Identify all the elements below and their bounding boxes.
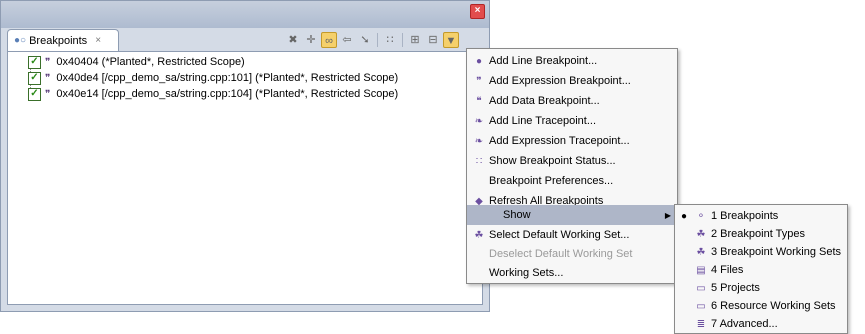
line-breakpoint-icon: ● [475,55,483,67]
expression-tracepoint-icon: ❧ [474,135,484,147]
menu-item-breakpoint-preferences[interactable]: Breakpoint Preferences... [467,171,677,191]
close-icon[interactable]: × [470,4,485,19]
breakpoint-label: 0x40e14 [/cpp_demo_sa/string.cpp:104] (*… [56,88,399,100]
submenu-arrow-icon: ▶ [664,210,671,220]
breakpoint-row[interactable]: ✓ ❞ 0x40404 (*Planted*, Restricted Scope… [14,54,245,70]
breakpoint-working-sets-icon: ☘ [696,246,706,258]
submenu-item-projects[interactable]: ▭ 5 Projects [675,278,847,298]
view-toolbar: ✖ ✛ ∞ ⇦ ➘ ∷ ⊞ ⊟ ▼ [285,31,459,49]
expression-breakpoint-icon: ❞ [476,75,482,87]
view-menu: ● Add Line Breakpoint... ❞ Add Expressio… [466,48,678,284]
submenu-item-breakpoint-types[interactable]: ☘ 2 Breakpoint Types [675,224,847,244]
breakpoint-label: 0x40404 (*Planted*, Restricted Scope) [56,56,245,68]
submenu-item-resource-working-sets[interactable]: ▭ 6 Resource Working Sets [675,296,847,316]
menu-item-add-expression-breakpoint[interactable]: ❞ Add Expression Breakpoint... [467,71,677,91]
breakpoint-types-icon: ☘ [696,228,706,240]
submenu-item-advanced[interactable]: ≣ 7 Advanced... [675,314,847,334]
submenu-item-files[interactable]: ▤ 4 Files [675,260,847,280]
goto-icon[interactable]: ⇦ [339,32,355,48]
checkbox-checked-icon[interactable]: ✓ [28,71,41,85]
tab-label: Breakpoints [29,34,88,47]
tab-close-icon[interactable]: × [95,35,101,46]
checkbox-checked-icon[interactable]: ✓ [28,87,41,101]
link-icon[interactable]: ∞ [321,32,337,48]
submenu-item-breakpoints[interactable]: ● ⚬ 1 Breakpoints [675,206,847,226]
project-folder-icon: ▭ [696,282,706,294]
toolbar-separator [377,33,378,47]
radio-selected-icon: ● [680,210,688,222]
menu-item-show-breakpoint-status[interactable]: ∷ Show Breakpoint Status... [467,151,677,171]
advanced-icon: ≣ [696,318,706,330]
breakpoint-label: 0x40de4 [/cpp_demo_sa/string.cpp:101] (*… [56,72,399,84]
working-set-icon: ☘ [474,229,484,241]
menu-icon[interactable]: ▼ [443,32,459,48]
view-title-strip: × [1,1,489,28]
file-icon: ▤ [696,264,706,276]
collapse-all-icon[interactable]: ⊟ [425,32,441,48]
resource-folder-icon: ▭ [696,300,706,312]
toolbar-separator [402,33,403,47]
menu-item-select-default-working-set[interactable]: ☘ Select Default Working Set... [467,225,677,245]
status-icon[interactable]: ∷ [382,32,398,48]
menu-item-working-sets[interactable]: Working Sets... [467,263,677,283]
menu-item-add-data-breakpoint[interactable]: ❝ Add Data Breakpoint... [467,91,677,111]
breakpoint-icon: ❞ [45,56,51,68]
expand-all-icon[interactable]: ⊞ [407,32,423,48]
submenu-item-breakpoint-working-sets[interactable]: ☘ 3 Breakpoint Working Sets [675,242,847,262]
remove-icon[interactable]: ✖ [285,32,301,48]
menu-item-add-line-tracepoint[interactable]: ❧ Add Line Tracepoint... [467,111,677,131]
breakpoints-view: × ●○ Breakpoints × ✖ ✛ ∞ ⇦ ➘ ∷ ⊞ ⊟ ▼ ✓ ❞… [0,0,490,312]
remove-all-icon[interactable]: ✛ [303,32,319,48]
tab-breakpoints[interactable]: ●○ Breakpoints × [7,29,119,51]
line-tracepoint-icon: ❧ [474,115,484,127]
breakpoints-list: ✓ ❞ 0x40404 (*Planted*, Restricted Scope… [7,51,483,305]
breakpoints-icon: ●○ [14,35,27,46]
breakpoint-row[interactable]: ✓ ❞ 0x40de4 [/cpp_demo_sa/string.cpp:101… [14,70,398,86]
data-breakpoint-icon: ❝ [476,95,482,107]
skip-icon[interactable]: ➘ [357,32,373,48]
breakpoint-icon: ❞ [45,88,51,100]
show-submenu: ● ⚬ 1 Breakpoints ☘ 2 Breakpoint Types ☘… [674,204,848,334]
checkbox-checked-icon[interactable]: ✓ [28,55,41,69]
menu-item-show[interactable]: Show ▶ [467,205,677,225]
menu-item-add-expression-tracepoint[interactable]: ❧ Add Expression Tracepoint... [467,131,677,151]
breakpoint-status-icon: ∷ [475,155,483,167]
menu-item-deselect-default-working-set: Deselect Default Working Set [489,248,633,260]
menu-item-add-line-breakpoint[interactable]: ● Add Line Breakpoint... [467,51,677,71]
breakpoints-icon: ⚬ [696,210,706,222]
breakpoint-icon: ❞ [45,72,51,84]
breakpoint-row[interactable]: ✓ ❞ 0x40e14 [/cpp_demo_sa/string.cpp:104… [14,86,398,102]
